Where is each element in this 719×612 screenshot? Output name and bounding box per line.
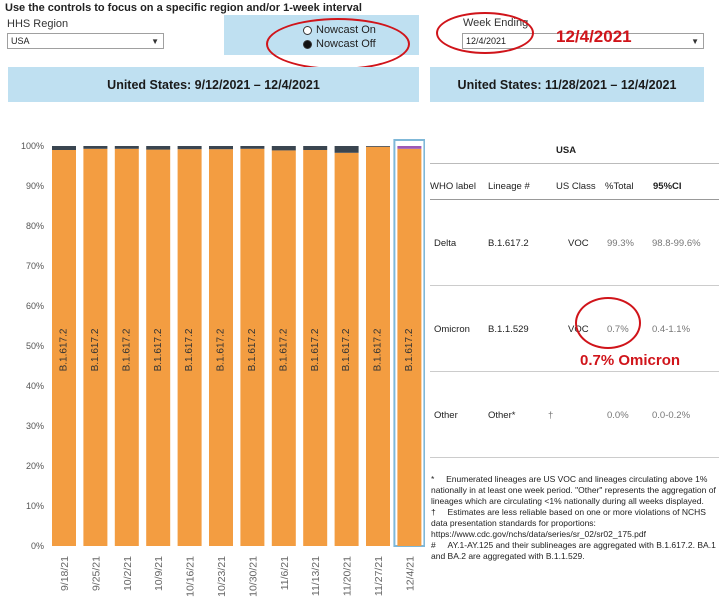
y-tick-label: 0% — [31, 541, 44, 551]
bar-segment-other[interactable] — [114, 146, 139, 149]
row-delta-pct: 99.3% — [607, 238, 634, 249]
bar-segment-other[interactable] — [209, 146, 233, 150]
x-tick-label: 11/27/21 — [373, 556, 385, 596]
bar-segment-other[interactable] — [146, 146, 171, 150]
annotation-ellipse-week — [436, 12, 534, 54]
region-select[interactable]: USA ▼ — [7, 33, 164, 49]
chevron-down-icon: ▼ — [151, 37, 159, 46]
table-divider — [430, 199, 719, 200]
proportions-table: USA WHO label Lineage # US Class %Total … — [430, 105, 719, 475]
right-panel-title: United States: 11/28/2021 – 12/4/2021 — [430, 67, 704, 102]
footnote-hash: # AY.1-AY.125 and their sublineages are … — [431, 540, 716, 561]
y-tick-label: 30% — [26, 421, 44, 431]
bar-label: B.1.617.2 — [373, 328, 384, 371]
x-tick-label: 10/23/21 — [216, 556, 228, 597]
region-select-value: USA — [11, 36, 30, 46]
col-lineage: Lineage # — [488, 181, 530, 192]
table-divider — [430, 457, 719, 458]
col-us-class: US Class — [556, 181, 596, 192]
y-tick-label: 40% — [26, 381, 44, 391]
y-tick-label: 60% — [26, 301, 44, 311]
x-tick-label: 11/20/21 — [342, 556, 354, 596]
footnotes: * Enumerated lineages are US VOC and lin… — [431, 474, 716, 562]
bar-label: B.1.617.2 — [341, 328, 352, 371]
row-other-lineage: Other* — [488, 410, 516, 421]
x-tick-label: 10/16/21 — [185, 556, 197, 597]
bar-label: B.1.617.2 — [90, 328, 101, 371]
row-omicron-ci: 0.4-1.1% — [652, 324, 691, 335]
row-delta-class: VOC — [568, 238, 589, 249]
table-divider — [430, 371, 719, 372]
y-tick-label: 90% — [26, 181, 44, 191]
row-other-flag: † — [548, 410, 554, 421]
region-label: HHS Region — [7, 18, 69, 30]
row-other-pct: 0.0% — [607, 410, 629, 421]
y-tick-label: 100% — [21, 141, 44, 151]
annotation-ellipse-nowcast — [266, 18, 410, 70]
bar-segment-other[interactable] — [334, 146, 359, 153]
x-tick-label: 11/13/21 — [310, 556, 322, 596]
omicron-annotation-text: 0.7% Omicron — [580, 352, 681, 369]
bar-segment-b-1-1-529[interactable] — [397, 146, 422, 149]
bar-label: B.1.617.2 — [121, 328, 132, 371]
row-omicron-who: Omicron — [434, 324, 470, 335]
x-tick-label: 10/2/21 — [122, 556, 134, 591]
col-who-label: WHO label — [430, 181, 476, 192]
bar-segment-other[interactable] — [177, 146, 202, 150]
x-tick-label: 10/30/21 — [247, 556, 259, 597]
annotation-ellipse-omicron — [575, 297, 641, 349]
bar-segment-other[interactable] — [271, 146, 296, 151]
y-tick-label: 70% — [26, 261, 44, 271]
bar-label: B.1.617.2 — [404, 328, 415, 371]
y-tick-label: 50% — [26, 341, 44, 351]
bar-segment-other[interactable] — [366, 146, 390, 147]
chevron-down-icon: ▼ — [691, 37, 699, 46]
week-annotation-text: 12/4/2021 — [556, 27, 632, 46]
y-tick-label: 10% — [26, 501, 44, 511]
x-tick-label: 9/25/21 — [90, 556, 102, 591]
x-tick-label: 10/9/21 — [153, 556, 165, 591]
row-omicron-lineage: B.1.1.529 — [488, 324, 529, 335]
row-other-ci: 0.0-0.2% — [652, 410, 691, 421]
row-delta-who: Delta — [434, 238, 457, 249]
table-region-label: USA — [556, 145, 577, 156]
col-pct-total: %Total — [605, 181, 634, 192]
x-tick-label: 9/18/21 — [59, 556, 71, 591]
instructions-text: Use the controls to focus on a specific … — [5, 2, 362, 14]
bar-label: B.1.617.2 — [216, 328, 227, 371]
bar-label: B.1.617.2 — [184, 328, 195, 371]
bar-label: B.1.617.2 — [247, 328, 258, 371]
bar-segment-other[interactable] — [240, 146, 265, 149]
row-delta-ci: 98.8-99.6% — [652, 238, 701, 249]
bar-segment-other[interactable] — [303, 146, 328, 150]
footnote-dagger: † Estimates are less reliable based on o… — [431, 507, 706, 539]
y-tick-label: 80% — [26, 221, 44, 231]
col-ci: 95%CI — [653, 181, 682, 192]
bar-label: B.1.617.2 — [153, 328, 164, 371]
row-delta-lineage: B.1.617.2 — [488, 238, 529, 249]
x-tick-label: 11/6/21 — [279, 556, 291, 590]
footnote-asterisk: * Enumerated lineages are US VOC and lin… — [431, 474, 716, 506]
bar-label: B.1.617.2 — [310, 328, 321, 371]
table-divider — [430, 163, 719, 164]
y-tick-label: 20% — [26, 461, 44, 471]
table-divider — [430, 285, 719, 286]
bar-segment-other[interactable] — [52, 146, 76, 150]
left-panel-title: United States: 9/12/2021 – 12/4/2021 — [8, 67, 419, 102]
row-other-who: Other — [434, 410, 458, 421]
x-tick-label: 12/4/21 — [404, 556, 416, 591]
bar-segment-other[interactable] — [83, 146, 108, 149]
bar-label: B.1.617.2 — [278, 328, 289, 371]
bar-label: B.1.617.2 — [59, 328, 70, 371]
variant-proportion-chart: 0% 10% 20% 30% 40% 50% 60% 70% 80% 90% 100% B.1.617… — [21, 139, 425, 597]
